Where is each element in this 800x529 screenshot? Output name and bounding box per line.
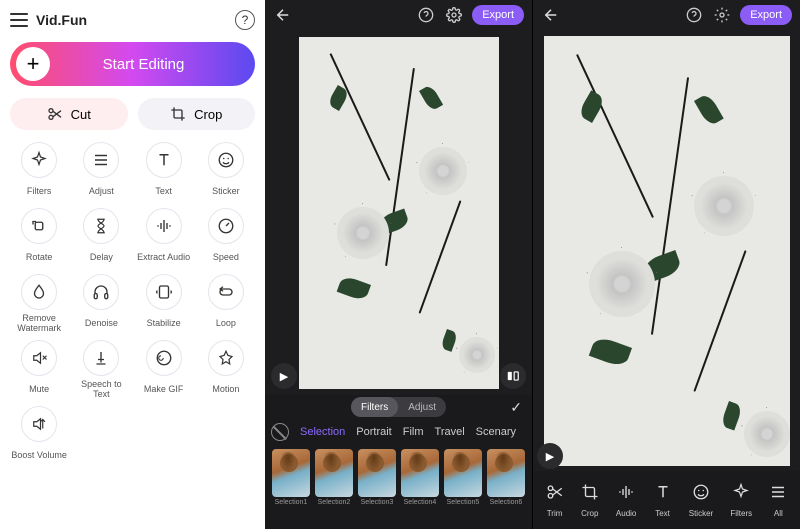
crop-icon	[581, 483, 599, 506]
back-button[interactable]	[541, 5, 561, 25]
play-button[interactable]: ▶	[537, 443, 563, 469]
filter-thumb[interactable]: Selection5	[443, 449, 483, 506]
confirm-icon[interactable]: ✓	[510, 399, 522, 416]
menu-icon[interactable]	[10, 13, 28, 27]
T-icon	[146, 142, 182, 178]
rotate-icon	[21, 208, 57, 244]
filter-category-scenary[interactable]: Scenary	[476, 426, 516, 438]
play-button[interactable]: ▶	[271, 363, 297, 389]
audio-icon	[146, 208, 182, 244]
tool-watermark[interactable]: Remove Watermark	[10, 274, 68, 334]
sparkle-icon	[732, 483, 750, 506]
back-button[interactable]	[273, 5, 293, 25]
tool-delay[interactable]: Delay	[72, 208, 130, 268]
crop-tab[interactable]: Crop	[138, 98, 256, 130]
filter-mode-toggle[interactable]: Filters Adjust	[351, 397, 446, 417]
gauge-icon	[208, 208, 244, 244]
drop-icon	[21, 274, 57, 310]
bottom-tool-audio[interactable]: Audio	[616, 483, 636, 518]
mute-icon	[21, 340, 57, 376]
lines-icon	[769, 483, 787, 506]
headphones-icon	[83, 274, 119, 310]
filter-thumb[interactable]: Selection2	[314, 449, 354, 506]
tool-stt[interactable]: Speech to Text	[72, 340, 130, 400]
boost-icon	[21, 406, 57, 442]
star-icon	[208, 340, 244, 376]
bottom-tool-sticker[interactable]: Sticker	[689, 483, 713, 518]
bottom-tool-all[interactable]: All	[769, 483, 787, 518]
settings-icon[interactable]	[444, 5, 464, 25]
thumbnail-image	[487, 449, 525, 497]
app-brand: Vid.Fun	[36, 12, 87, 28]
tool-denoise[interactable]: Denoise	[72, 274, 130, 334]
audio-icon	[617, 483, 635, 506]
filter-category-portrait[interactable]: Portrait	[356, 426, 391, 438]
editor-main-pane: Export ▶ Trim Crop Audio Text Sticker Filters…	[532, 0, 800, 529]
bottom-tool-filters[interactable]: Filters	[730, 483, 752, 518]
stt-icon	[83, 340, 119, 376]
tool-stabilize[interactable]: Stabilize	[135, 274, 193, 334]
smile-icon	[208, 142, 244, 178]
tool-filters[interactable]: Filters	[10, 142, 68, 202]
preview-image	[544, 36, 790, 466]
export-button[interactable]: Export	[740, 5, 792, 25]
tool-loop[interactable]: Loop	[197, 274, 255, 334]
compare-button[interactable]	[500, 363, 526, 389]
filter-category-selection[interactable]: Selection	[300, 426, 345, 438]
tool-extract[interactable]: Extract Audio	[135, 208, 193, 268]
tool-motion[interactable]: Motion	[197, 340, 255, 400]
filter-panel: Filters Adjust ✓ Selection Portrait Film Tr…	[265, 395, 532, 529]
settings-icon[interactable]	[712, 5, 732, 25]
tool-sticker[interactable]: Sticker	[197, 142, 255, 202]
scissors-icon	[546, 483, 564, 506]
start-editing-button[interactable]: + Start Editing	[10, 42, 255, 86]
bottom-tool-crop[interactable]: Crop	[581, 483, 599, 518]
filter-thumb[interactable]: Selection6	[486, 449, 526, 506]
editor-filters-pane: Export ▶ Filters Adjust ✓	[265, 0, 532, 529]
filter-thumb[interactable]: Selection4	[400, 449, 440, 506]
crop-icon	[170, 106, 186, 122]
hourglass-icon	[83, 208, 119, 244]
no-filter-icon[interactable]	[271, 423, 289, 441]
filter-categories: Selection Portrait Film Travel Scenary	[265, 419, 532, 445]
lines-icon	[83, 142, 119, 178]
start-editing-label: Start Editing	[32, 56, 255, 73]
tool-gif[interactable]: Make GIF	[135, 340, 193, 400]
cut-tab[interactable]: Cut	[10, 98, 128, 130]
filter-thumbnails: Selection1Selection2Selection3Selection4…	[265, 445, 532, 510]
tool-text[interactable]: Text	[135, 142, 193, 202]
filter-thumb[interactable]: Selection1	[271, 449, 311, 506]
loop-icon	[208, 274, 244, 310]
preview-image	[299, 37, 499, 389]
tool-rotate[interactable]: Rotate	[10, 208, 68, 268]
filter-category-film[interactable]: Film	[403, 426, 424, 438]
sparkle-icon	[21, 142, 57, 178]
tool-mute[interactable]: Mute	[10, 340, 68, 400]
gif-icon	[146, 340, 182, 376]
help-icon[interactable]	[684, 5, 704, 25]
filter-thumb[interactable]: Selection3	[357, 449, 397, 506]
help-icon[interactable]: ?	[235, 10, 255, 30]
bottom-tool-trim[interactable]: Trim	[546, 483, 564, 518]
stabilize-icon	[146, 274, 182, 310]
tool-boost[interactable]: Boost Volume	[10, 406, 68, 466]
bottom-tool-text[interactable]: Text	[654, 483, 672, 518]
tool-adjust[interactable]: Adjust	[72, 142, 130, 202]
help-icon[interactable]	[416, 5, 436, 25]
home-panel: Vid.Fun ? + Start Editing Cut Crop Filte…	[0, 0, 265, 529]
export-button[interactable]: Export	[472, 5, 524, 25]
scissors-icon	[47, 106, 63, 122]
tool-grid: FiltersAdjustTextSticker RotateDelayExtra…	[10, 142, 255, 466]
thumbnail-image	[401, 449, 439, 497]
thumbnail-image	[444, 449, 482, 497]
smile-icon	[692, 483, 710, 506]
thumbnail-image	[358, 449, 396, 497]
thumbnail-image	[315, 449, 353, 497]
tool-speed[interactable]: Speed	[197, 208, 255, 268]
T-icon	[654, 483, 672, 506]
filter-category-travel[interactable]: Travel	[435, 426, 465, 438]
thumbnail-image	[272, 449, 310, 497]
bottom-toolbar: Trim Crop Audio Text Sticker Filters All	[533, 471, 800, 529]
